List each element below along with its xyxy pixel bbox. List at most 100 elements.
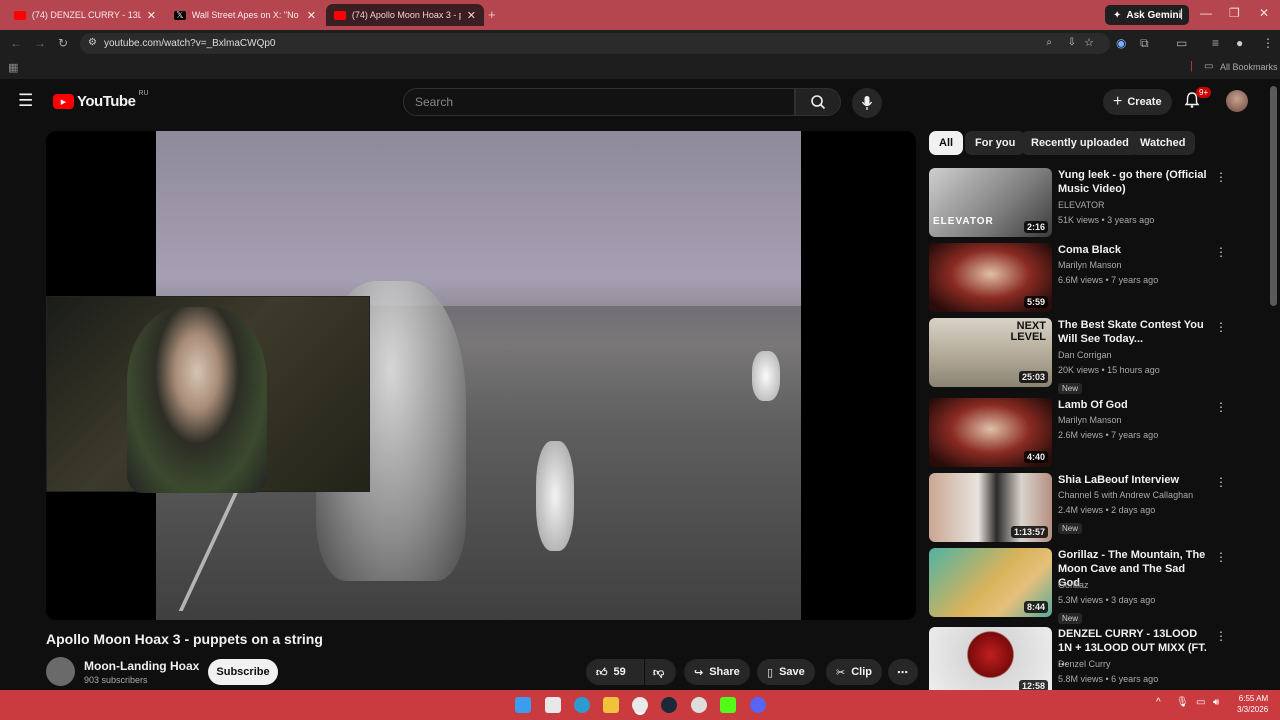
like-button[interactable]: 👍︎ 59 [586, 659, 644, 685]
forward-icon[interactable]: → [34, 36, 46, 50]
chip-recently-uploaded[interactable]: Recently uploaded [1021, 131, 1139, 155]
recommendation-item[interactable]: 4:40 Lamb Of God Marilyn Manson 2.6M vie… [929, 398, 1259, 468]
menu-kebab-icon[interactable]: ⋮ [1262, 36, 1274, 50]
hamburger-menu-icon[interactable]: ☰ [18, 92, 33, 109]
close-icon[interactable]: ✕ [307, 9, 316, 22]
recommendation-item[interactable]: ELEVATOR 2:16 Yung leek - go there (Offi… [929, 168, 1259, 238]
chip-for-you[interactable]: For you [965, 131, 1026, 155]
youtube-icon [14, 10, 26, 20]
system-clock[interactable]: 6:55 AM 3/3/2026 [1237, 693, 1268, 715]
reload-icon[interactable]: ↻ [58, 36, 68, 50]
window-divider: | [1180, 6, 1184, 20]
search-button[interactable] [795, 88, 841, 116]
profile-icon[interactable]: ● [1236, 36, 1243, 50]
zoom-icon[interactable]: ⌕ [1046, 37, 1052, 48]
video-thumbnail[interactable]: ELEVATOR 2:16 [929, 168, 1052, 237]
new-badge: New [1058, 613, 1083, 624]
kebab-menu-icon[interactable]: ⋮ [1215, 629, 1227, 643]
kebab-menu-icon[interactable]: ⋮ [1215, 550, 1227, 564]
account-avatar[interactable] [1226, 90, 1248, 112]
recommendation-channel: ELEVATOR [1058, 200, 1105, 210]
channel-avatar[interactable] [46, 657, 75, 686]
recommendation-item[interactable]: 12:58 DENZEL CURRY - 13LOOD 1N + 13LOOD … [929, 627, 1259, 694]
recommendation-title: Lamb Of God [1058, 399, 1128, 411]
back-icon[interactable]: ← [10, 36, 22, 50]
site-info-icon[interactable]: ⚙ [88, 37, 97, 48]
video-thumbnail[interactable]: NEXT LEVEL 25:03 [929, 318, 1052, 387]
kebab-menu-icon[interactable]: ⋮ [1215, 400, 1227, 414]
maximize-icon[interactable]: ❐ [1229, 6, 1240, 20]
recommendation-item[interactable]: 5:59 Coma Black Marilyn Manson 6.6M view… [929, 243, 1259, 313]
video-thumbnail[interactable]: 12:58 [929, 627, 1052, 694]
obs-icon[interactable] [691, 697, 707, 713]
recommendation-item[interactable]: 8:44 Gorillaz - The Mountain, The Moon C… [929, 548, 1259, 624]
steam-icon[interactable] [661, 697, 677, 713]
video-thumbnail[interactable]: 1:13:57 [929, 473, 1052, 542]
recommendation-item[interactable]: 1:13:57 Shia LaBeouf Interview Channel 5… [929, 473, 1259, 543]
cast-icon[interactable]: ▭ [1176, 36, 1187, 50]
dislike-button[interactable]: 👎︎ [645, 659, 676, 685]
video-thumbnail[interactable]: 5:59 [929, 243, 1052, 312]
distant-figure [752, 351, 780, 401]
volume-icon[interactable]: 🔊︎ [1213, 697, 1219, 708]
kebab-menu-icon[interactable]: ⋮ [1215, 170, 1227, 184]
recommendation-item[interactable]: NEXT LEVEL 25:03 The Best Skate Contest … [929, 318, 1259, 394]
kebab-menu-icon[interactable]: ⋮ [1215, 320, 1227, 334]
youtube-logo[interactable]: ▶ YouTube RU [53, 90, 149, 110]
discord-icon[interactable] [750, 697, 766, 713]
chevron-up-icon[interactable]: ^ [1156, 697, 1161, 708]
chrome-icon[interactable] [632, 697, 648, 713]
browser-tab[interactable]: (74) DENZEL CURRY - 13LOOD ✕ [6, 4, 164, 26]
more-actions-button[interactable]: ⋯ [888, 659, 918, 685]
clip-button[interactable]: ✂ Clip [826, 659, 882, 685]
microphone-tray-icon[interactable]: 🎙︎ [1176, 697, 1189, 708]
chip-watched[interactable]: Watched [1130, 131, 1196, 155]
video-thumbnail[interactable]: 4:40 [929, 398, 1052, 467]
recommendation-channel: Dan Corrigan [1058, 350, 1112, 360]
install-icon[interactable]: ⇩ [1068, 37, 1076, 48]
channel-name[interactable]: Moon-Landing Hoax [84, 659, 199, 673]
close-icon[interactable]: ✕ [467, 9, 476, 22]
subscriber-count: 903 subscribers [84, 675, 148, 685]
url-field[interactable]: ⚙ youtube.com/watch?v=_BxlmaCWQp0 ⌕ ⇩ ☆ [80, 33, 1110, 54]
share-label: Share [709, 666, 740, 678]
bookmark-star-icon[interactable]: ☆ [1084, 36, 1094, 49]
recommendation-title: Yung leek - go there (Official Music Vid… [1058, 169, 1207, 195]
minimize-icon[interactable]: — [1200, 6, 1212, 20]
recommendation-channel: Denzel Curry [1058, 659, 1111, 669]
file-explorer-icon[interactable] [603, 697, 619, 713]
all-bookmarks-link[interactable]: All Bookmarks [1220, 62, 1278, 72]
recommendation-meta: 5.3M views • 3 days ago [1058, 595, 1156, 605]
chip-all[interactable]: All [929, 131, 964, 155]
video-player[interactable] [46, 131, 916, 620]
bookmarks-divider: | [1190, 60, 1193, 72]
voice-search-button[interactable] [852, 88, 882, 118]
page-scrollbar[interactable] [1270, 86, 1277, 306]
subscribe-button[interactable]: Subscribe [208, 659, 278, 685]
search-input[interactable]: Search [403, 88, 795, 116]
create-button[interactable]: + Create [1103, 89, 1172, 115]
region-code: RU [138, 90, 149, 97]
kebab-menu-icon[interactable]: ⋮ [1215, 475, 1227, 489]
ask-gemini-button[interactable]: ✦ Ask Gemini [1105, 5, 1190, 25]
browser-tab-active[interactable]: (74) Apollo Moon Hoax 3 - pup ✕ [326, 4, 484, 26]
reading-list-icon[interactable]: ≡ [1212, 36, 1219, 50]
close-window-icon[interactable]: ✕ [1259, 6, 1269, 20]
kick-icon[interactable] [720, 697, 736, 713]
share-button[interactable]: ↪ Share [684, 659, 750, 685]
close-icon[interactable]: ✕ [147, 9, 156, 22]
apps-grid-icon[interactable]: ▦ [8, 61, 18, 74]
clock-date: 3/3/2026 [1237, 705, 1269, 714]
extension-icon[interactable]: ◉ [1116, 36, 1126, 50]
edge-icon[interactable] [574, 697, 590, 713]
browser-tab[interactable]: 𝕏 Wall Street Apes on X: "No long ✕ [166, 4, 324, 26]
windows-start-icon[interactable] [515, 697, 531, 713]
plus-icon: + [1113, 93, 1123, 110]
video-thumbnail[interactable]: 8:44 [929, 548, 1052, 617]
kebab-menu-icon[interactable]: ⋮ [1215, 245, 1227, 259]
new-tab-icon[interactable]: + [488, 7, 496, 22]
network-icon[interactable]: ▭ [1196, 697, 1205, 708]
save-button[interactable]: ▯ Save [757, 659, 815, 685]
extensions-puzzle-icon[interactable]: ⧉ [1140, 36, 1149, 51]
task-view-icon[interactable] [545, 697, 561, 713]
